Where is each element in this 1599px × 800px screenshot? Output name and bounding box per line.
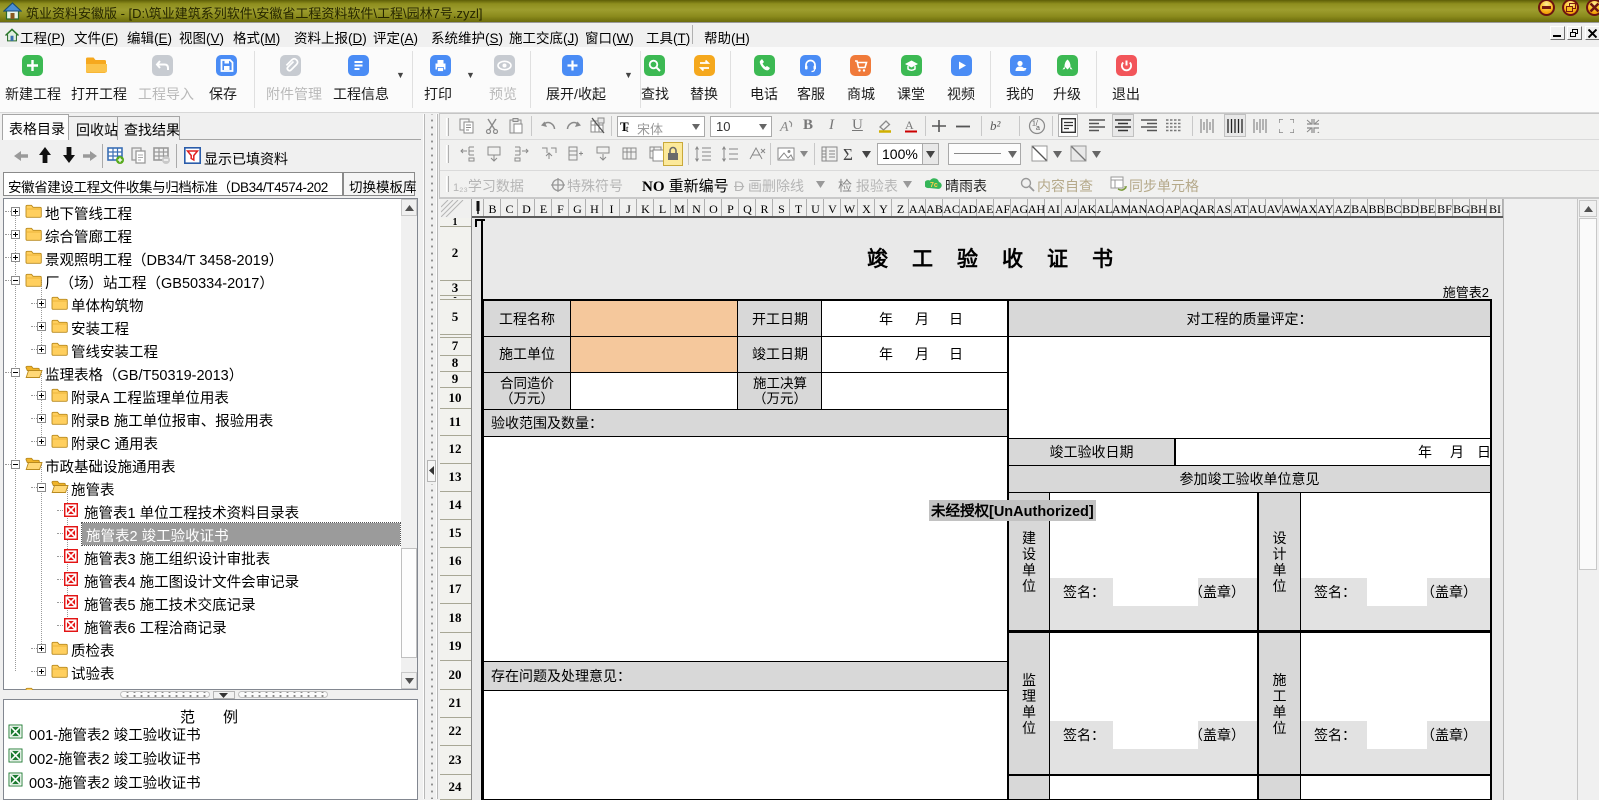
svg-text:A: A [779, 120, 789, 134]
svg-text:7c: 7c [930, 182, 938, 189]
svg-text:a: a [1036, 125, 1040, 132]
svg-text:A: A [905, 118, 914, 132]
